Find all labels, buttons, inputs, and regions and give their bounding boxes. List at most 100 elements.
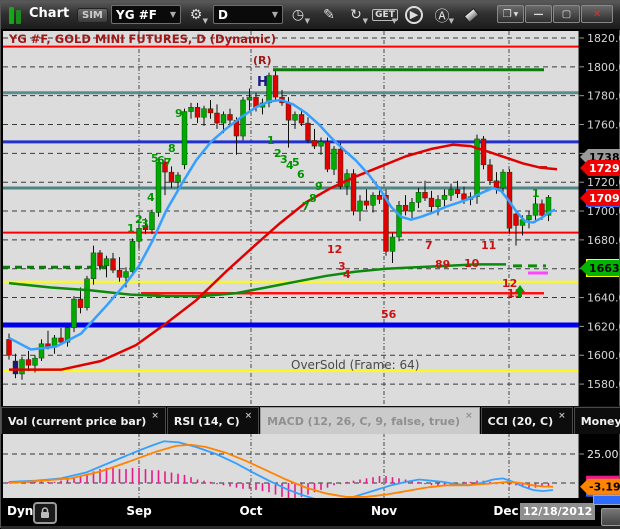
indicator-plot-background: [3, 433, 579, 498]
time-axis-bar: Dyn Sep Oct Nov Dec 12/18/2012: [1, 495, 620, 529]
chart-annotation: 89: [435, 258, 450, 271]
play-icon: ▶: [405, 6, 423, 24]
candle-body: [77, 298, 84, 308]
close-icon[interactable]: ×: [558, 411, 566, 421]
tab-label: RSI (14, C): [173, 414, 240, 428]
interval-value: D: [218, 7, 228, 22]
candle-body: [181, 111, 188, 166]
candle-body: [513, 213, 519, 226]
eraser-tool-button[interactable]: [458, 4, 484, 26]
scroll-corner-button[interactable]: [601, 508, 620, 526]
chevron-down-icon: ▼: [448, 17, 454, 25]
close-icon: ✕: [592, 8, 602, 20]
draw-tool-button[interactable]: ✎: [316, 4, 342, 26]
chevron-down-icon: ▼: [202, 17, 208, 25]
tab-cci[interactable]: CCI (20, C) ×: [480, 407, 573, 434]
lock-button[interactable]: [33, 502, 57, 524]
indicator-tab-bar: Vol (current price bar) × RSI (14, C) × …: [1, 406, 620, 434]
chart-annotation: 8: [168, 142, 176, 155]
popout-window-button[interactable]: ❐ ▼: [497, 5, 524, 23]
candle-body: [428, 197, 435, 207]
clock-icon: ◷: [291, 7, 305, 23]
candle-body: [318, 141, 324, 147]
interval-combobox[interactable]: D ▼: [213, 5, 283, 24]
candle-body: [188, 107, 194, 112]
candle-body: [103, 258, 110, 267]
price-axis-label: 1760.0: [587, 119, 620, 132]
candle-body: [396, 205, 402, 238]
get-data-button[interactable]: GET ▼: [372, 4, 398, 26]
candle-body: [415, 192, 422, 203]
candle-body: [19, 359, 25, 375]
tab-macd[interactable]: MACD (12, 26, C, 9, false, true) ×: [260, 407, 480, 434]
close-icon[interactable]: ×: [465, 411, 473, 421]
tab-volume[interactable]: Vol (current price bar) ×: [1, 407, 166, 434]
candle-body: [500, 171, 506, 189]
candle-body: [110, 258, 116, 271]
candle-body: [448, 189, 454, 196]
chart-annotation: 8: [309, 192, 317, 205]
candle-body: [207, 108, 214, 114]
play-button[interactable]: ▶: [401, 4, 427, 26]
candle-body: [90, 252, 97, 280]
chevron-down-icon: ▼: [304, 17, 310, 25]
candle-body: [129, 241, 136, 272]
chart-annotation: 11: [481, 239, 496, 252]
month-label-sep: Sep: [126, 504, 152, 518]
candle-body: [532, 203, 539, 216]
a-circle-icon: Ⓐ: [434, 6, 450, 25]
chart-annotation: 7: [425, 239, 433, 252]
candle-body: [155, 161, 162, 213]
candle-body: [363, 200, 370, 206]
chart-annotation: OverSold (Frame: 64): [291, 358, 419, 372]
scrollbar-thumb[interactable]: [593, 495, 620, 505]
price-axis-label: 1640.0: [587, 292, 620, 305]
candle-body: [389, 236, 396, 252]
sim-mode-badge: SIM: [77, 8, 108, 23]
tab-moneyflow[interactable]: MoneyFlow (14) ×: [573, 407, 620, 434]
candle-body: [12, 360, 19, 375]
price-plot-background: [3, 31, 579, 406]
symbol-settings-button[interactable]: ⚙ ▼: [183, 4, 209, 26]
candle-body: [357, 200, 363, 212]
dyn-mode-button[interactable]: Dyn: [7, 504, 33, 518]
lock-icon: [41, 507, 49, 518]
tab-rsi[interactable]: RSI (14, C) ×: [166, 407, 260, 434]
auto-trade-button[interactable]: Ⓐ ▼: [429, 4, 455, 26]
candle-body: [298, 114, 305, 124]
candle-body: [58, 337, 64, 343]
price-axis-label: 1800.0: [587, 61, 620, 74]
symbol-combobox[interactable]: YG #F ▼: [111, 5, 181, 24]
close-icon[interactable]: ×: [245, 411, 253, 421]
candle-body: [38, 343, 45, 359]
candle-body: [435, 199, 441, 207]
maximize-button[interactable]: ▢: [553, 5, 580, 23]
month-label-oct: Oct: [239, 504, 263, 518]
app-logo-candle-icon: [9, 7, 14, 24]
chevron-down-icon: ▼: [513, 10, 519, 18]
candle-body: [526, 215, 532, 220]
price-axis-label: 1620.0: [587, 320, 620, 333]
candle-body: [376, 194, 383, 200]
close-button[interactable]: ✕: [581, 5, 613, 23]
candle-body: [116, 269, 123, 278]
candle-body: [441, 194, 448, 200]
close-icon[interactable]: ×: [151, 411, 159, 421]
indicator-axis-tag-value: -3.19: [589, 481, 620, 494]
chart-canvas[interactable]: 1820.01800.01780.01760.01740.01720.01700…: [1, 29, 620, 529]
price-axis-tag-value: 1709.6: [589, 192, 620, 205]
chart-annotation: 1: [267, 134, 275, 147]
minimize-button[interactable]: —: [525, 5, 552, 23]
popout-icon: ❐: [502, 8, 512, 20]
price-axis-label: 1820.0: [587, 32, 620, 45]
reload-button[interactable]: ↻ ▼: [343, 4, 369, 26]
chart-annotation: (R): [253, 54, 272, 67]
tab-label: MoneyFlow (14): [580, 414, 620, 428]
price-axis-label: 1600.0: [587, 349, 620, 362]
chart-annotation: 3: [141, 217, 149, 230]
time-template-button[interactable]: ◷ ▼: [285, 4, 311, 26]
chart-annotation: 1: [127, 222, 135, 235]
candle-body: [337, 148, 344, 187]
candle-body: [220, 114, 227, 124]
chart-annotation: 56: [381, 308, 397, 321]
